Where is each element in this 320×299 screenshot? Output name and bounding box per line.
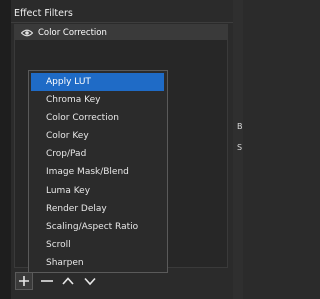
chevron-down-icon [84, 277, 96, 286]
move-up-button[interactable] [59, 272, 77, 290]
left-edge-panel [0, 0, 11, 299]
menu-item-apply-lut[interactable]: Apply LUT [31, 73, 164, 92]
panel-title: Effect Filters [14, 8, 73, 19]
menu-item-render-delay[interactable]: Render Delay [31, 200, 164, 218]
side-panel-letter-b: B [237, 122, 243, 131]
menu-item-scaling-aspect-ratio[interactable]: Scaling/Aspect Ratio [31, 218, 164, 236]
menu-item-color-key[interactable]: Color Key [31, 127, 164, 145]
title-divider [11, 22, 233, 23]
add-filter-button[interactable] [15, 272, 33, 290]
menu-item-luma-key[interactable]: Luma Key [31, 182, 164, 200]
eye-icon[interactable] [21, 29, 33, 37]
remove-filter-button[interactable] [38, 272, 56, 290]
minus-icon [41, 280, 53, 282]
menu-item-image-mask-blend[interactable]: Image Mask/Blend [31, 163, 164, 181]
menu-item-chroma-key[interactable]: Chroma Key [31, 91, 164, 109]
side-panel-letter-s: S [237, 143, 243, 152]
menu-item-color-correction[interactable]: Color Correction [31, 109, 164, 127]
filter-row-color-correction[interactable]: Color Correction [15, 25, 227, 40]
menu-item-scroll[interactable]: Scroll [31, 236, 164, 254]
filter-toolbar [14, 271, 134, 293]
add-filter-menu: Apply LUT Chroma Key Color Correction Co… [28, 70, 168, 273]
filter-label: Color Correction [38, 27, 107, 38]
chevron-up-icon [62, 277, 74, 285]
menu-item-sharpen[interactable]: Sharpen [31, 254, 164, 272]
move-down-button[interactable] [81, 272, 99, 290]
plus-icon [19, 276, 29, 286]
menu-item-crop-pad[interactable]: Crop/Pad [31, 145, 164, 163]
